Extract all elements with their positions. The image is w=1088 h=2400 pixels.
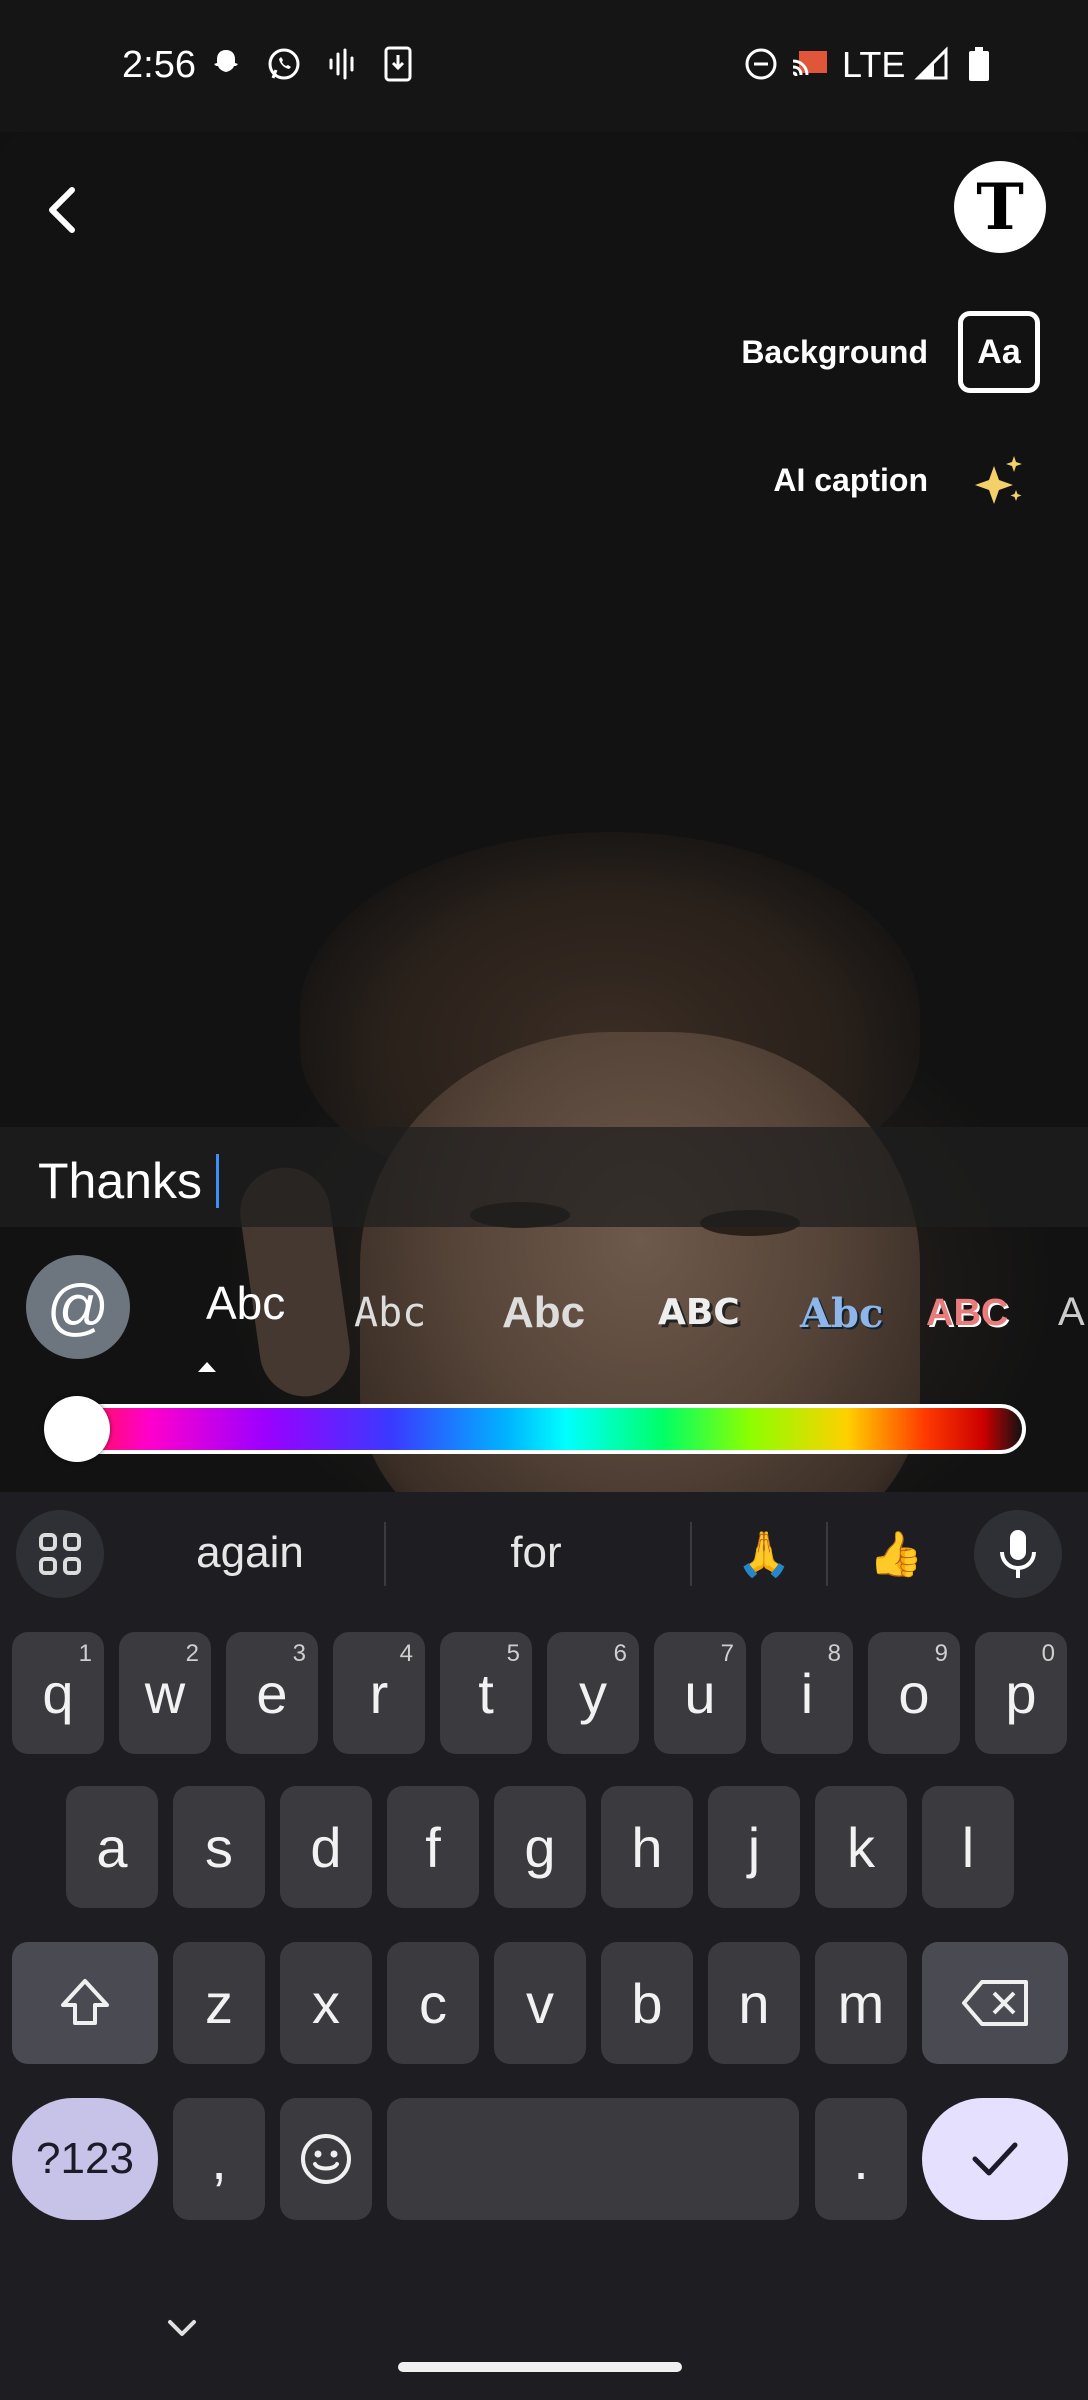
- period-key[interactable]: .: [815, 2098, 907, 2220]
- font-option-impact[interactable]: ABC: [658, 1292, 740, 1333]
- smiley-icon: [301, 2134, 351, 2184]
- status-time: 2:56: [122, 44, 196, 86]
- suggestion-emoji-pray[interactable]: 🙏: [724, 1528, 804, 1580]
- key-h[interactable]: h: [601, 1786, 693, 1908]
- cast-icon: [790, 44, 832, 84]
- comma-key[interactable]: ,: [173, 2098, 265, 2220]
- background-button-text: Aa: [977, 332, 1021, 371]
- key-v[interactable]: v: [494, 1942, 586, 2064]
- backspace-key[interactable]: [922, 1942, 1068, 2064]
- key-x[interactable]: x: [280, 1942, 372, 2064]
- key-e[interactable]: e3: [226, 1632, 318, 1754]
- key-p[interactable]: p0: [975, 1632, 1067, 1754]
- key-g[interactable]: g: [494, 1786, 586, 1908]
- key-j[interactable]: j: [708, 1786, 800, 1908]
- selected-font-indicator: [198, 1362, 216, 1372]
- shift-key[interactable]: [12, 1942, 158, 2064]
- key-o[interactable]: o9: [868, 1632, 960, 1754]
- key-n[interactable]: n: [708, 1942, 800, 2064]
- key-f[interactable]: f: [387, 1786, 479, 1908]
- key-z[interactable]: z: [173, 1942, 265, 2064]
- apps-grid-button[interactable]: [16, 1510, 104, 1598]
- mention-button[interactable]: @: [26, 1255, 130, 1359]
- hide-keyboard-chevron-icon[interactable]: [166, 2318, 198, 2338]
- shift-icon: [61, 1979, 109, 2025]
- font-option-default[interactable]: Abc: [206, 1276, 285, 1330]
- mic-button[interactable]: [974, 1510, 1062, 1598]
- caption-input[interactable]: Thanks: [38, 1152, 219, 1210]
- suggestion-divider: [690, 1522, 692, 1586]
- suggestion-2[interactable]: for: [436, 1528, 636, 1578]
- key-b[interactable]: b: [601, 1942, 693, 2064]
- font-option-blackletter[interactable]: Abc: [800, 1290, 883, 1337]
- signal-icon: [912, 44, 952, 84]
- grid-icon: [39, 1533, 81, 1575]
- font-option-mono[interactable]: Abc: [354, 1290, 426, 1336]
- key-a[interactable]: a: [66, 1786, 158, 1908]
- key-m[interactable]: m: [815, 1942, 907, 2064]
- whatsapp-icon: [262, 44, 306, 84]
- key-t[interactable]: t5: [440, 1632, 532, 1754]
- download-icon: [380, 44, 416, 84]
- text-tool-button[interactable]: T: [954, 161, 1046, 253]
- background-label[interactable]: Background: [741, 334, 928, 371]
- key-r[interactable]: r4: [333, 1632, 425, 1754]
- key-l[interactable]: l: [922, 1786, 1014, 1908]
- font-option-outline[interactable]: ABC: [926, 1292, 1008, 1335]
- snapchat-icon: [206, 44, 246, 84]
- font-option-bold[interactable]: Abc: [502, 1288, 585, 1338]
- suggestion-divider: [826, 1522, 828, 1586]
- font-option-partial[interactable]: A: [1058, 1290, 1085, 1335]
- color-slider-knob[interactable]: [44, 1396, 110, 1462]
- symbols-key[interactable]: ?123: [12, 2098, 158, 2220]
- checkmark-icon: [972, 2142, 1018, 2176]
- space-key[interactable]: [387, 2098, 799, 2220]
- back-button[interactable]: [42, 180, 82, 240]
- backspace-icon: [962, 1980, 1028, 2026]
- key-d[interactable]: d: [280, 1786, 372, 1908]
- key-c[interactable]: c: [387, 1942, 479, 2064]
- text-caret: [215, 1154, 219, 1208]
- suggestion-divider: [384, 1522, 386, 1586]
- audio-wave-icon: [324, 44, 360, 84]
- key-w[interactable]: w2: [119, 1632, 211, 1754]
- dnd-icon: [742, 44, 780, 84]
- key-i[interactable]: i8: [761, 1632, 853, 1754]
- key-s[interactable]: s: [173, 1786, 265, 1908]
- key-k[interactable]: k: [815, 1786, 907, 1908]
- text-tool-glyph: T: [976, 169, 1024, 245]
- home-indicator[interactable]: [398, 2362, 682, 2372]
- enter-key[interactable]: [922, 2098, 1068, 2220]
- sparkles-icon[interactable]: [968, 452, 1028, 512]
- key-u[interactable]: u7: [654, 1632, 746, 1754]
- ai-caption-label[interactable]: AI caption: [773, 462, 928, 499]
- caption-text: Thanks: [38, 1153, 202, 1209]
- network-type: LTE: [842, 44, 906, 85]
- status-bar: 2:56 LTE: [0, 0, 1088, 132]
- key-q[interactable]: q1: [12, 1632, 104, 1754]
- background-toggle-button[interactable]: Aa: [958, 311, 1040, 393]
- at-symbol: @: [46, 1272, 110, 1342]
- suggestion-emoji-thumbs[interactable]: 👍: [856, 1528, 936, 1580]
- battery-icon: [964, 44, 994, 84]
- key-y[interactable]: y6: [547, 1632, 639, 1754]
- suggestion-1[interactable]: again: [150, 1528, 350, 1578]
- color-slider-track[interactable]: [48, 1404, 1026, 1454]
- emoji-key[interactable]: [280, 2098, 372, 2220]
- mic-icon: [1000, 1530, 1036, 1578]
